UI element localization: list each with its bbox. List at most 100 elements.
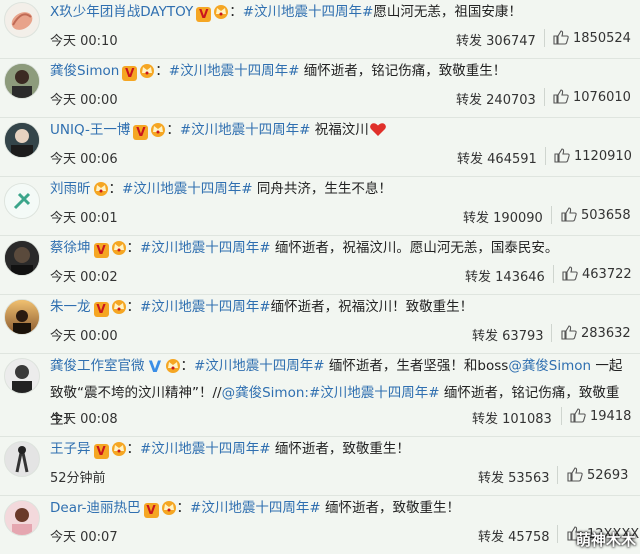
post-item: 龚俊Simon V ：#汶川地震十四周年# 缅怀逝者，铭记伤痛，致敬重生！ 今天 0… (0, 59, 640, 117)
post-item: 蔡徐坤 V ：#汶川地震十四周年# 缅怀逝者，祝福汶川。愿山河无恙，国泰民安。 今天… (0, 236, 640, 294)
avatar-person-icon[interactable] (4, 441, 40, 477)
user-nickname[interactable]: 刘雨昕 (50, 181, 91, 197)
user-mention[interactable]: @龚俊Simon (508, 358, 591, 374)
like-button[interactable]: 503658 (561, 207, 631, 223)
divider (551, 324, 552, 342)
post-time[interactable]: 今天 00:02 (50, 266, 118, 285)
like-value: 1076010 (573, 90, 631, 105)
user-nickname[interactable]: UNIQ-王一博 (50, 122, 130, 138)
user-nickname[interactable]: 蔡徐坤 (50, 240, 91, 256)
repost-count[interactable]: 转发 45758 (478, 526, 550, 545)
avatar-person-icon[interactable] (4, 358, 40, 394)
user-nickname[interactable]: 王子异 (50, 441, 91, 457)
like-button[interactable]: 463722 (562, 266, 632, 282)
like-button[interactable]: 1850524 (553, 30, 631, 46)
topic-hashtag[interactable]: #汶川地震十四周年# (194, 358, 325, 374)
post-text: 缅怀逝者，祝福汶川！致敬重生！ (270, 299, 474, 315)
like-button[interactable]: 1076010 (553, 89, 631, 105)
avatar-person-icon[interactable] (4, 63, 40, 99)
avatar-person-icon[interactable] (4, 240, 40, 276)
divider (551, 206, 552, 224)
post-time[interactable]: 52分钟前 (50, 467, 106, 486)
user-nickname[interactable]: X玖少年团肖战DAYTOY (50, 4, 193, 20)
post-time[interactable]: 今天 00:00 (50, 325, 118, 344)
like-button[interactable]: 283632 (561, 325, 631, 341)
thumbs-up-icon (553, 89, 569, 104)
avatar-sunset-icon[interactable] (4, 299, 40, 335)
post-time[interactable]: 今天 00:06 (50, 148, 118, 167)
separator: ： (126, 299, 141, 315)
repost-count[interactable]: 转发 464591 (457, 148, 537, 167)
repost-count[interactable]: 转发 240703 (456, 89, 536, 108)
user-nickname[interactable]: 朱一龙 (50, 299, 91, 315)
crown-badge-icon (111, 442, 126, 456)
topic-hashtag[interactable]: #汶川地震十四周年# (140, 299, 271, 315)
like-button[interactable]: 19418 (570, 408, 631, 424)
thumbs-up-icon (567, 467, 583, 482)
like-value: 1850524 (573, 31, 631, 46)
weibo-feed: X玖少年团肖战DAYTOY V ：#汶川地震十四周年#愿山河无恙，祖国安康！ 今天 … (0, 0, 640, 554)
post-time[interactable]: 今天 00:01 (50, 207, 118, 226)
verified-v-icon: V (93, 444, 109, 459)
divider (557, 525, 558, 543)
avatar-shell-icon[interactable] (4, 2, 40, 38)
separator: ： (108, 181, 123, 197)
repost-value: 63793 (502, 329, 544, 344)
post-time[interactable]: 今天 00:07 (50, 526, 118, 545)
separator: ： (126, 240, 141, 256)
repost-count[interactable]: 转发 101083 (472, 408, 552, 427)
post-time[interactable]: 今天 00:08 (50, 408, 118, 427)
repost-value: 143646 (495, 270, 545, 285)
post-content: Dear-迪丽热巴 V ：#汶川地震十四周年# 缅怀逝者，致敬重生！ (50, 500, 634, 518)
thumbs-up-icon (561, 207, 577, 222)
like-button[interactable]: 1120910 (554, 148, 632, 164)
post-item: 龚俊工作室官微 V ：#汶川地震十四周年# 缅怀逝者，生者坚强！和boss@龚俊Si… (0, 354, 640, 436)
topic-hashtag[interactable]: #汶川地震十四周年# (190, 500, 321, 516)
post-item: 朱一龙 V ：#汶川地震十四周年#缅怀逝者，祝福汶川！致敬重生！ 今天 00:00 … (0, 295, 640, 353)
avatar-person-icon[interactable] (4, 122, 40, 158)
thumbs-up-icon (570, 408, 586, 423)
repost-count[interactable]: 转发 143646 (465, 266, 545, 285)
repost-value: 45758 (508, 530, 550, 545)
topic-hashtag[interactable]: #汶川地震十四周年# (140, 441, 271, 457)
avatar-logo-icon[interactable] (4, 183, 40, 219)
avatar-person-icon[interactable] (4, 500, 40, 536)
topic-hashtag[interactable]: #汶川地震十四周年# (309, 385, 440, 401)
like-button[interactable]: 52693 (567, 467, 628, 483)
user-nickname[interactable]: 龚俊Simon (50, 63, 119, 79)
repost-value: 101083 (502, 412, 552, 427)
separator: ： (229, 4, 243, 20)
repost-count[interactable]: 转发 306747 (456, 30, 536, 49)
post-text: 祝福汶川 (310, 122, 369, 138)
user-mention[interactable]: @龚俊Simon (222, 385, 305, 401)
crown-badge-icon (165, 359, 180, 373)
topic-hashtag[interactable]: #汶川地震十四周年# (169, 63, 300, 79)
post-content: 龚俊Simon V ：#汶川地震十四周年# 缅怀逝者，铭记伤痛，致敬重生！ (50, 63, 634, 81)
divider (557, 466, 558, 484)
repost-value: 240703 (486, 93, 536, 108)
repost-value: 306747 (486, 34, 536, 49)
watermark-text: 萌神木木 (575, 531, 636, 549)
topic-hashtag[interactable]: #汶川地震十四周年# (180, 122, 311, 138)
post-content: 蔡徐坤 V ：#汶川地震十四周年# 缅怀逝者，祝福汶川。愿山河无恙，国泰民安。 (50, 240, 634, 258)
topic-hashtag[interactable]: #汶川地震十四周年# (243, 4, 374, 20)
post-item: 刘雨昕 ：#汶川地震十四周年# 同舟共济，生生不息！ 今天 00:01 转发 19… (0, 177, 640, 235)
topic-hashtag[interactable]: #汶川地震十四周年# (140, 240, 271, 256)
repost-count[interactable]: 转发 63793 (472, 325, 544, 344)
repost-label: 转发 (472, 329, 499, 344)
post-text: 缅怀逝者，祝福汶川。愿山河无恙，国泰民安。 (270, 240, 559, 256)
post-time[interactable]: 今天 00:00 (50, 89, 118, 108)
verified-v-icon: V (133, 125, 149, 140)
post-time[interactable]: 今天 00:10 (50, 30, 118, 49)
thumbs-up-icon (554, 148, 570, 163)
user-nickname[interactable]: 龚俊工作室官微 (50, 358, 145, 374)
repost-count[interactable]: 转发 190090 (463, 207, 543, 226)
thumbs-up-icon (553, 30, 569, 45)
divider (545, 147, 546, 165)
post-text: 缅怀逝者，铭记伤痛，致敬重生！ (299, 63, 507, 79)
verified-blue-v-icon: V (148, 357, 162, 376)
verified-v-icon: V (93, 243, 109, 258)
repost-count[interactable]: 转发 53563 (478, 467, 550, 486)
topic-hashtag[interactable]: #汶川地震十四周年# (122, 181, 253, 197)
user-nickname[interactable]: Dear-迪丽热巴 (50, 500, 141, 516)
